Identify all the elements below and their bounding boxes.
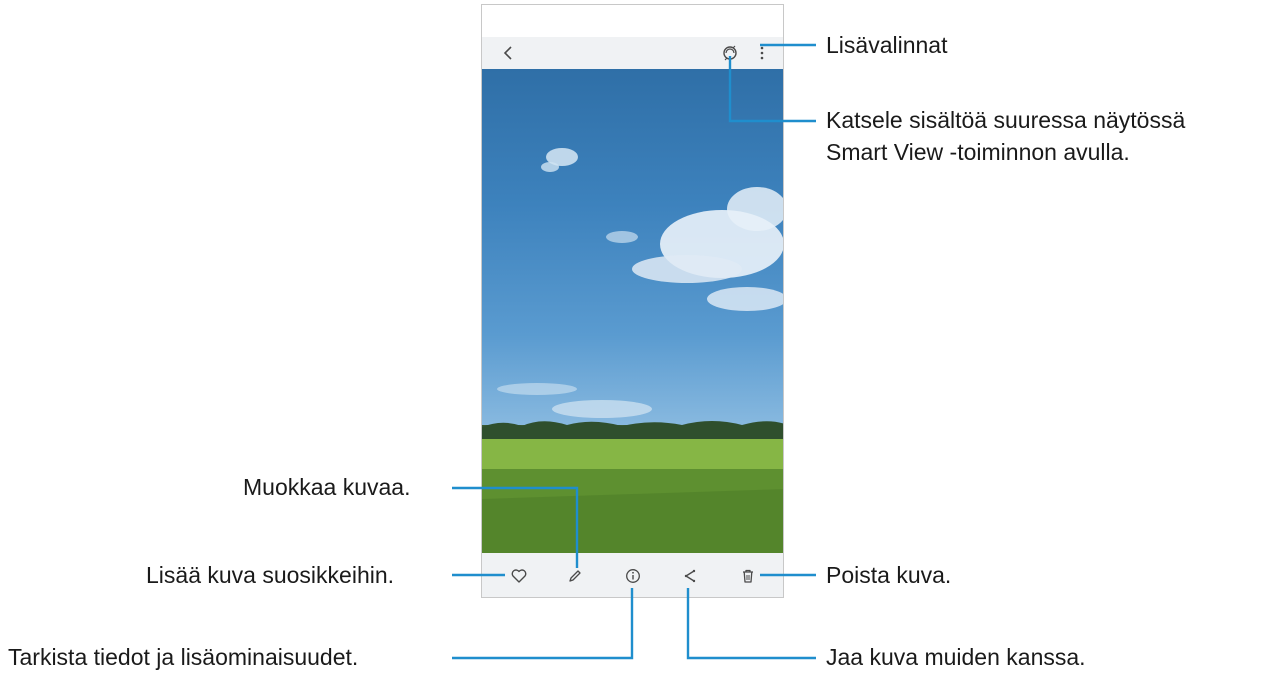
line-share bbox=[686, 588, 816, 660]
line-details bbox=[452, 588, 634, 660]
line-smart-view bbox=[728, 56, 816, 123]
callout-edit: Muokkaa kuvaa. bbox=[243, 474, 411, 500]
callout-more-options: Lisävalinnat bbox=[826, 32, 948, 58]
line-edit bbox=[452, 486, 579, 568]
callout-smart-view-line1: Katsele sisältöä suuressa näytössä bbox=[826, 107, 1186, 133]
callout-share: Jaa kuva muiden kanssa. bbox=[826, 644, 1086, 670]
callout-delete: Poista kuva. bbox=[826, 562, 952, 588]
callout-smart-view-line2: Smart View -toiminnon avulla. bbox=[826, 139, 1130, 165]
callout-favorite: Lisää kuva suosikkeihin. bbox=[146, 562, 395, 588]
callout-details: Tarkista tiedot ja lisäominaisuudet. bbox=[8, 644, 359, 670]
